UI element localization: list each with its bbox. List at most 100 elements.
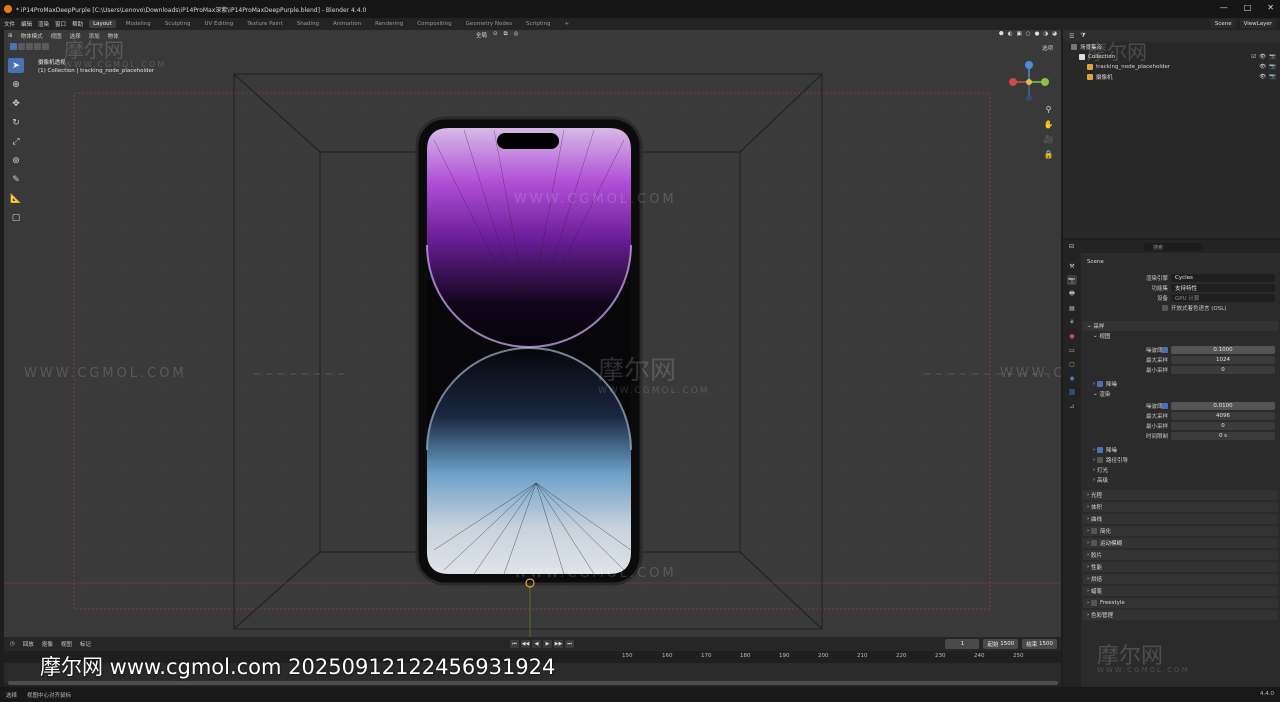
r-denoise-checkbox[interactable]: [1096, 447, 1103, 453]
tab-rendering[interactable]: Rendering: [371, 20, 407, 28]
viewlayer-selector[interactable]: ViewLayer: [1239, 19, 1276, 28]
shading-rendered-icon[interactable]: ◕: [1052, 31, 1057, 37]
editor-type-icon[interactable]: ⊞: [8, 33, 13, 39]
outliner-row-camera[interactable]: 摄像机 👁 📷: [1063, 72, 1280, 82]
select-extend-icon[interactable]: [18, 43, 25, 50]
panel-color-management[interactable]: › 色彩管理: [1083, 610, 1278, 620]
eye-icon[interactable]: 👁: [1259, 54, 1266, 60]
proportional-icon[interactable]: ◎: [514, 31, 519, 39]
pivot-icon[interactable]: ⊙: [493, 31, 498, 39]
filter-icon[interactable]: ⧩: [1080, 32, 1085, 40]
r-time-limit-field[interactable]: 0 s: [1171, 432, 1275, 440]
navigation-gizmo[interactable]: [1007, 60, 1051, 104]
start-frame-field[interactable]: 起始 1500: [983, 639, 1019, 649]
properties-search-input[interactable]: 搜索: [1143, 243, 1203, 251]
menu-help[interactable]: 帮助: [72, 20, 83, 28]
pan-hand-icon[interactable]: ✋: [1043, 119, 1054, 130]
close-button[interactable]: ✕: [1267, 3, 1274, 12]
panel-freestyle[interactable]: › Freestyle: [1083, 598, 1278, 608]
shading-solid-icon[interactable]: ●: [1035, 31, 1040, 37]
jump-start-icon[interactable]: ⏮: [510, 640, 519, 648]
rotate-icon[interactable]: ↻: [8, 115, 24, 130]
transform-icon[interactable]: ⊛: [8, 153, 24, 168]
tab-animation[interactable]: Animation: [329, 20, 365, 28]
menu-render[interactable]: 渲染: [38, 20, 49, 28]
scene-selector[interactable]: Scene: [1210, 19, 1236, 28]
3d-viewport[interactable]: ⊞ 物体模式 视图 选择 添加 物体 全局 ⊙ ⧉ ◎ ⬣ ◐ ▣ ○ ● ◑ …: [4, 30, 1061, 637]
vp-denoise-checkbox[interactable]: [1096, 381, 1103, 387]
r-max-samples-field[interactable]: 4096: [1171, 412, 1275, 420]
panel-curves[interactable]: › 曲线: [1083, 514, 1278, 524]
tool-tab-icon[interactable]: ⚒: [1067, 261, 1077, 271]
lock-camera-icon[interactable]: 🔒: [1043, 149, 1054, 160]
physics-tab-icon[interactable]: ◉: [1067, 373, 1077, 383]
select-cursor-icon[interactable]: ➤: [8, 58, 24, 73]
r-min-samples-field[interactable]: 0: [1171, 422, 1275, 430]
constraints-tab-icon[interactable]: ⛓: [1067, 387, 1077, 397]
panel-volumes[interactable]: › 体积: [1083, 502, 1278, 512]
r-noise-checkbox[interactable]: [1162, 403, 1168, 409]
camera-view-icon[interactable]: 🎥: [1043, 134, 1054, 145]
vp-max-samples-field[interactable]: 1024: [1171, 356, 1275, 364]
select-subtract-icon[interactable]: [26, 43, 33, 50]
tab-modeling[interactable]: Modeling: [122, 20, 155, 28]
outliner[interactable]: ☰ ⧩ 场景集合 Collection ☑ 👁 📷 tracking_node_pl…: [1063, 30, 1280, 238]
output-tab-icon[interactable]: 🖶: [1067, 289, 1077, 299]
panel-bake[interactable]: › 烘焙: [1083, 574, 1278, 584]
move-icon[interactable]: ✥: [8, 96, 24, 111]
advanced-subpanel[interactable]: › 高级: [1083, 475, 1278, 485]
panel-light-paths[interactable]: › 光程: [1083, 490, 1278, 500]
xray-icon[interactable]: ▣: [1017, 31, 1022, 37]
lights-subpanel[interactable]: › 灯光: [1083, 465, 1278, 475]
outliner-editor-icon[interactable]: ☰: [1069, 33, 1074, 40]
menu-playback[interactable]: 回放: [23, 640, 34, 648]
gizmo-icon[interactable]: ⬣: [999, 31, 1004, 37]
render-tab-icon[interactable]: 📷: [1067, 275, 1077, 285]
measure-icon[interactable]: 📐: [8, 191, 24, 206]
camera-icon[interactable]: 📷: [1269, 64, 1276, 70]
zoom-icon[interactable]: ⚲: [1043, 104, 1054, 115]
cursor-icon[interactable]: ⊕: [8, 77, 24, 92]
select-invert-icon[interactable]: [34, 43, 41, 50]
maximize-button[interactable]: □: [1244, 3, 1252, 12]
vp-min-samples-field[interactable]: 0: [1171, 366, 1275, 374]
data-tab-icon[interactable]: ⊿: [1067, 401, 1077, 411]
menu-marker[interactable]: 标记: [80, 640, 91, 648]
play-icon[interactable]: ▶: [543, 640, 552, 648]
object-mode-select[interactable]: 物体模式: [21, 32, 43, 40]
tab-texture-paint[interactable]: Texture Paint: [243, 20, 287, 28]
add-cube-icon[interactable]: ▢: [8, 210, 24, 225]
vp-denoise-subpanel[interactable]: › 降噪: [1083, 379, 1278, 389]
annotate-icon[interactable]: ✎: [8, 172, 24, 187]
device-select[interactable]: GPU 计算: [1171, 294, 1275, 302]
freestyle-checkbox[interactable]: [1090, 600, 1097, 606]
vp-noise-threshold-field[interactable]: 0.1000: [1171, 346, 1275, 354]
r-noise-threshold-field[interactable]: 0.0100: [1171, 402, 1275, 410]
render-subpanel[interactable]: ⌄ 渲染: [1083, 389, 1278, 399]
tab-sculpting[interactable]: Sculpting: [161, 20, 195, 28]
prev-key-icon[interactable]: ◀◀: [521, 640, 530, 648]
view-layer-tab-icon[interactable]: ▤: [1067, 303, 1077, 313]
checkbox-icon[interactable]: ☑: [1251, 54, 1256, 60]
vp-noise-checkbox[interactable]: [1162, 347, 1168, 353]
properties-editor[interactable]: ⊟ 搜索 ⚒ 📷 🖶 ▤ ⚘ ● ▭ ▢ ◉ ⛓ ⊿ Scene 渲染引擎 Cy…: [1063, 240, 1280, 687]
path-guiding-checkbox[interactable]: [1096, 457, 1103, 463]
options-button[interactable]: 选项: [1042, 44, 1053, 52]
camera-icon[interactable]: 📷: [1269, 74, 1276, 80]
shading-wire-icon[interactable]: ○: [1026, 31, 1031, 37]
tab-scripting[interactable]: Scripting: [522, 20, 554, 28]
world-tab-icon[interactable]: ●: [1067, 331, 1077, 341]
viewport-subpanel[interactable]: ⌄ 视图: [1083, 331, 1278, 341]
timeline-editor-icon[interactable]: ◷: [10, 641, 15, 647]
menu-timeline-view[interactable]: 视图: [61, 640, 72, 648]
menu-edit[interactable]: 编辑: [21, 20, 32, 28]
eye-icon[interactable]: 👁: [1259, 64, 1266, 70]
overlay-icon[interactable]: ◐: [1008, 31, 1013, 37]
properties-editor-icon[interactable]: ⊟: [1069, 243, 1074, 250]
transform-orientation-select[interactable]: 全局: [476, 31, 487, 39]
simplify-checkbox[interactable]: [1090, 528, 1097, 534]
play-reverse-icon[interactable]: ◀: [532, 640, 541, 648]
path-guiding-subpanel[interactable]: › 路径引导: [1083, 455, 1278, 465]
sampling-panel[interactable]: ⌄ 采样: [1083, 321, 1278, 331]
minimize-button[interactable]: —: [1220, 3, 1228, 12]
